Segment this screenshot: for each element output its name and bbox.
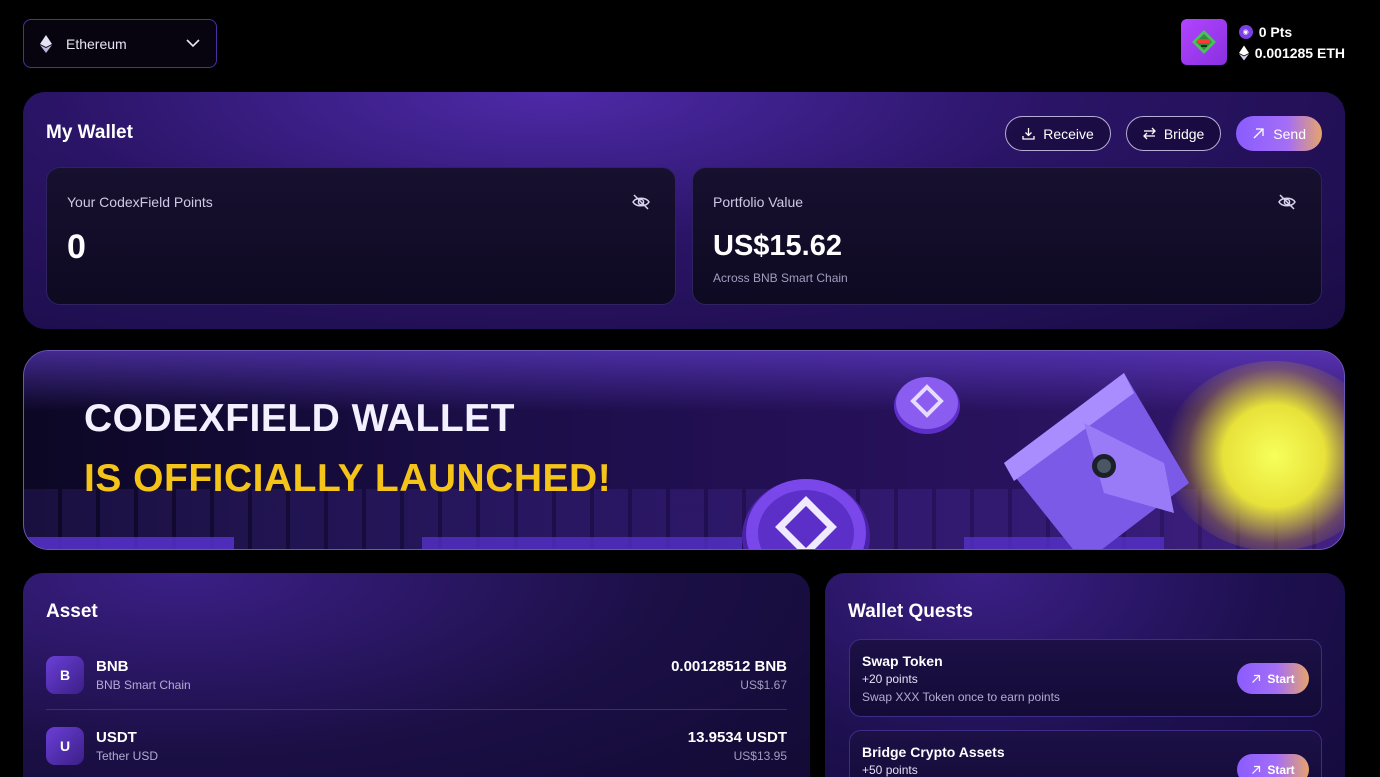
download-icon [1022,128,1035,140]
token-amount: 0.00128512 BNB US$1.67 [671,658,787,692]
send-label: Send [1273,125,1306,142]
arrow-up-right-icon [1252,674,1261,683]
wallet-actions: Receive Bridge Send [1005,116,1322,151]
start-button[interactable]: Start [1237,754,1309,777]
portfolio-card: Portfolio Value US$15.62 Across BNB Smar… [692,167,1322,305]
banner-floor-light [422,537,742,549]
eth-balance: 0.001285 ETH [1238,44,1345,61]
portfolio-card-label: Portfolio Value [713,194,804,210]
points-card-label: Your CodexField Points [67,194,213,210]
portfolio-card-sub: Across BNB Smart Chain [713,271,848,285]
receive-label: Receive [1043,125,1094,142]
eye-off-icon[interactable] [1277,192,1297,212]
points-card: Your CodexField Points 0 [46,167,676,305]
token-symbol: USDT [96,729,137,746]
receive-button[interactable]: Receive [1005,116,1111,151]
wallet-illustration-icon [1004,373,1189,549]
avatar[interactable] [1180,19,1227,65]
wallet-panel: My Wallet Receive Bridge Send Your Codex… [23,92,1345,329]
quest-name: Bridge Crypto Assets [862,744,1005,760]
token-chain: BNB Smart Chain [96,678,191,692]
avatar-frog-icon [1191,30,1216,54]
banner-floor-light [24,537,234,549]
token-chain: Tether USD [96,749,159,763]
start-label: Start [1267,671,1295,686]
quest-card: Swap Token +20 points Swap XXX Token onc… [849,639,1322,717]
token-amount: 13.9534 USDT US$13.95 [688,729,787,763]
banner-subheadline: IS OFFICIALLY LAUNCHED! [84,457,612,500]
token-info: BNB BNB Smart Chain [96,658,671,692]
wallet-title: My Wallet [46,122,133,143]
quest-points: +50 points [862,763,918,777]
arrow-up-right-icon [1252,765,1261,774]
quest-name: Swap Token [862,653,943,669]
asset-row[interactable]: B BNB BNB Smart Chain 0.00128512 BNB US$… [46,647,787,703]
eth-balance-text: 0.001285 ETH [1254,44,1345,61]
token-usd-value: US$1.67 [740,678,787,692]
coin-icon [894,377,960,434]
bridge-label: Bridge [1163,125,1205,142]
network-selector[interactable]: Ethereum [23,19,217,68]
token-badge-usdt: U [46,727,84,765]
swap-arrows-icon [1142,127,1156,140]
quest-points: +20 points [862,672,918,686]
token-symbol: BNB [96,658,129,675]
asset-panel: Asset B BNB BNB Smart Chain 0.00128512 B… [23,573,810,777]
asset-title: Asset [46,601,98,622]
token-quantity: 13.9534 USDT [687,729,787,746]
balances: ◉ 0 Pts 0.001285 ETH [1238,23,1345,61]
points-balance: ◉ 0 Pts [1238,23,1345,40]
bridge-button[interactable]: Bridge [1125,116,1222,151]
quests-panel: Wallet Quests Swap Token +20 points Swap… [825,573,1345,777]
points-card-value: 0 [67,228,86,266]
network-label: Ethereum [66,35,127,52]
banner-headline: CODEXFIELD WALLET [84,397,515,440]
ethereum-icon [1238,45,1249,60]
token-info: USDT Tether USD [96,729,688,763]
asset-row[interactable]: U USDT Tether USD 13.9534 USDT US$13.95 [46,718,787,774]
start-button[interactable]: Start [1237,663,1309,694]
coin-icon [742,479,870,549]
arrow-up-right-icon [1253,128,1264,139]
points-text: 0 Pts [1258,23,1293,40]
quest-description: Swap XXX Token once to earn points [862,690,1060,704]
token-badge-bnb: B [46,656,84,694]
ethereum-icon [40,34,52,53]
send-button[interactable]: Send [1236,116,1322,151]
launch-banner[interactable]: CODEXFIELD WALLET IS OFFICIALLY LAUNCHED… [23,350,1345,550]
token-quantity: 0.00128512 BNB [671,658,787,675]
start-label: Start [1267,762,1295,777]
quest-card: Bridge Crypto Assets +50 points Start [849,730,1322,777]
portfolio-card-value: US$15.62 [713,230,842,262]
quests-title: Wallet Quests [848,601,973,622]
token-usd-value: US$13.95 [733,749,787,763]
divider [46,709,787,710]
profile-summary: ◉ 0 Pts 0.001285 ETH [1180,19,1345,65]
chevron-down-icon [186,39,200,48]
points-icon: ◉ [1238,24,1253,39]
eye-off-icon[interactable] [631,192,651,212]
